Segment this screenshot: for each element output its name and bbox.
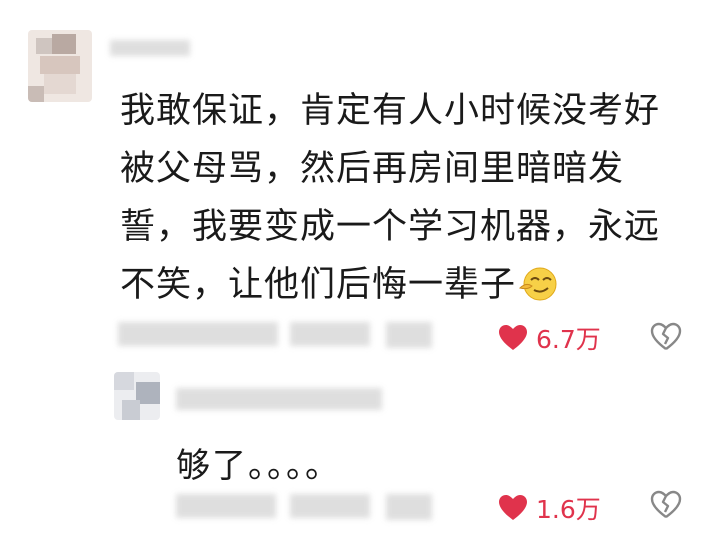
comment-like-count: 6.7万 <box>536 325 601 354</box>
replier-avatar[interactable] <box>114 372 160 420</box>
comment-reply-button-blurred[interactable] <box>386 322 432 348</box>
heart-icon <box>499 325 527 350</box>
comment-text: 我敢保证，肯定有人小时候没考好被父母骂，然后再房间里暗暗发誓，我要变成一个学习机… <box>120 91 661 305</box>
reply-reply-button-blurred[interactable] <box>386 494 432 520</box>
commenter-avatar[interactable] <box>28 30 92 102</box>
comment-location-blurred <box>290 322 370 346</box>
smirk-emoji-icon <box>519 267 557 301</box>
comment-time-blurred <box>118 322 278 346</box>
heart-icon <box>499 495 527 520</box>
comment-like-button[interactable]: 6.7万 <box>498 320 601 356</box>
comment-body: 我敢保证，肯定有人小时候没考好被父母骂，然后再房间里暗暗发誓，我要变成一个学习机… <box>120 82 680 314</box>
reply-like-count: 1.6万 <box>536 495 601 524</box>
broken-heart-icon[interactable] <box>650 322 682 352</box>
reply-location-blurred <box>290 494 370 518</box>
commenter-username-blurred[interactable] <box>110 40 190 56</box>
reply-body: 够了。。。。 <box>176 446 341 486</box>
broken-heart-icon[interactable] <box>650 490 682 520</box>
replier-username-blurred[interactable] <box>176 388 382 410</box>
reply-like-button[interactable]: 1.6万 <box>498 490 601 526</box>
reply-time-blurred <box>176 494 276 518</box>
